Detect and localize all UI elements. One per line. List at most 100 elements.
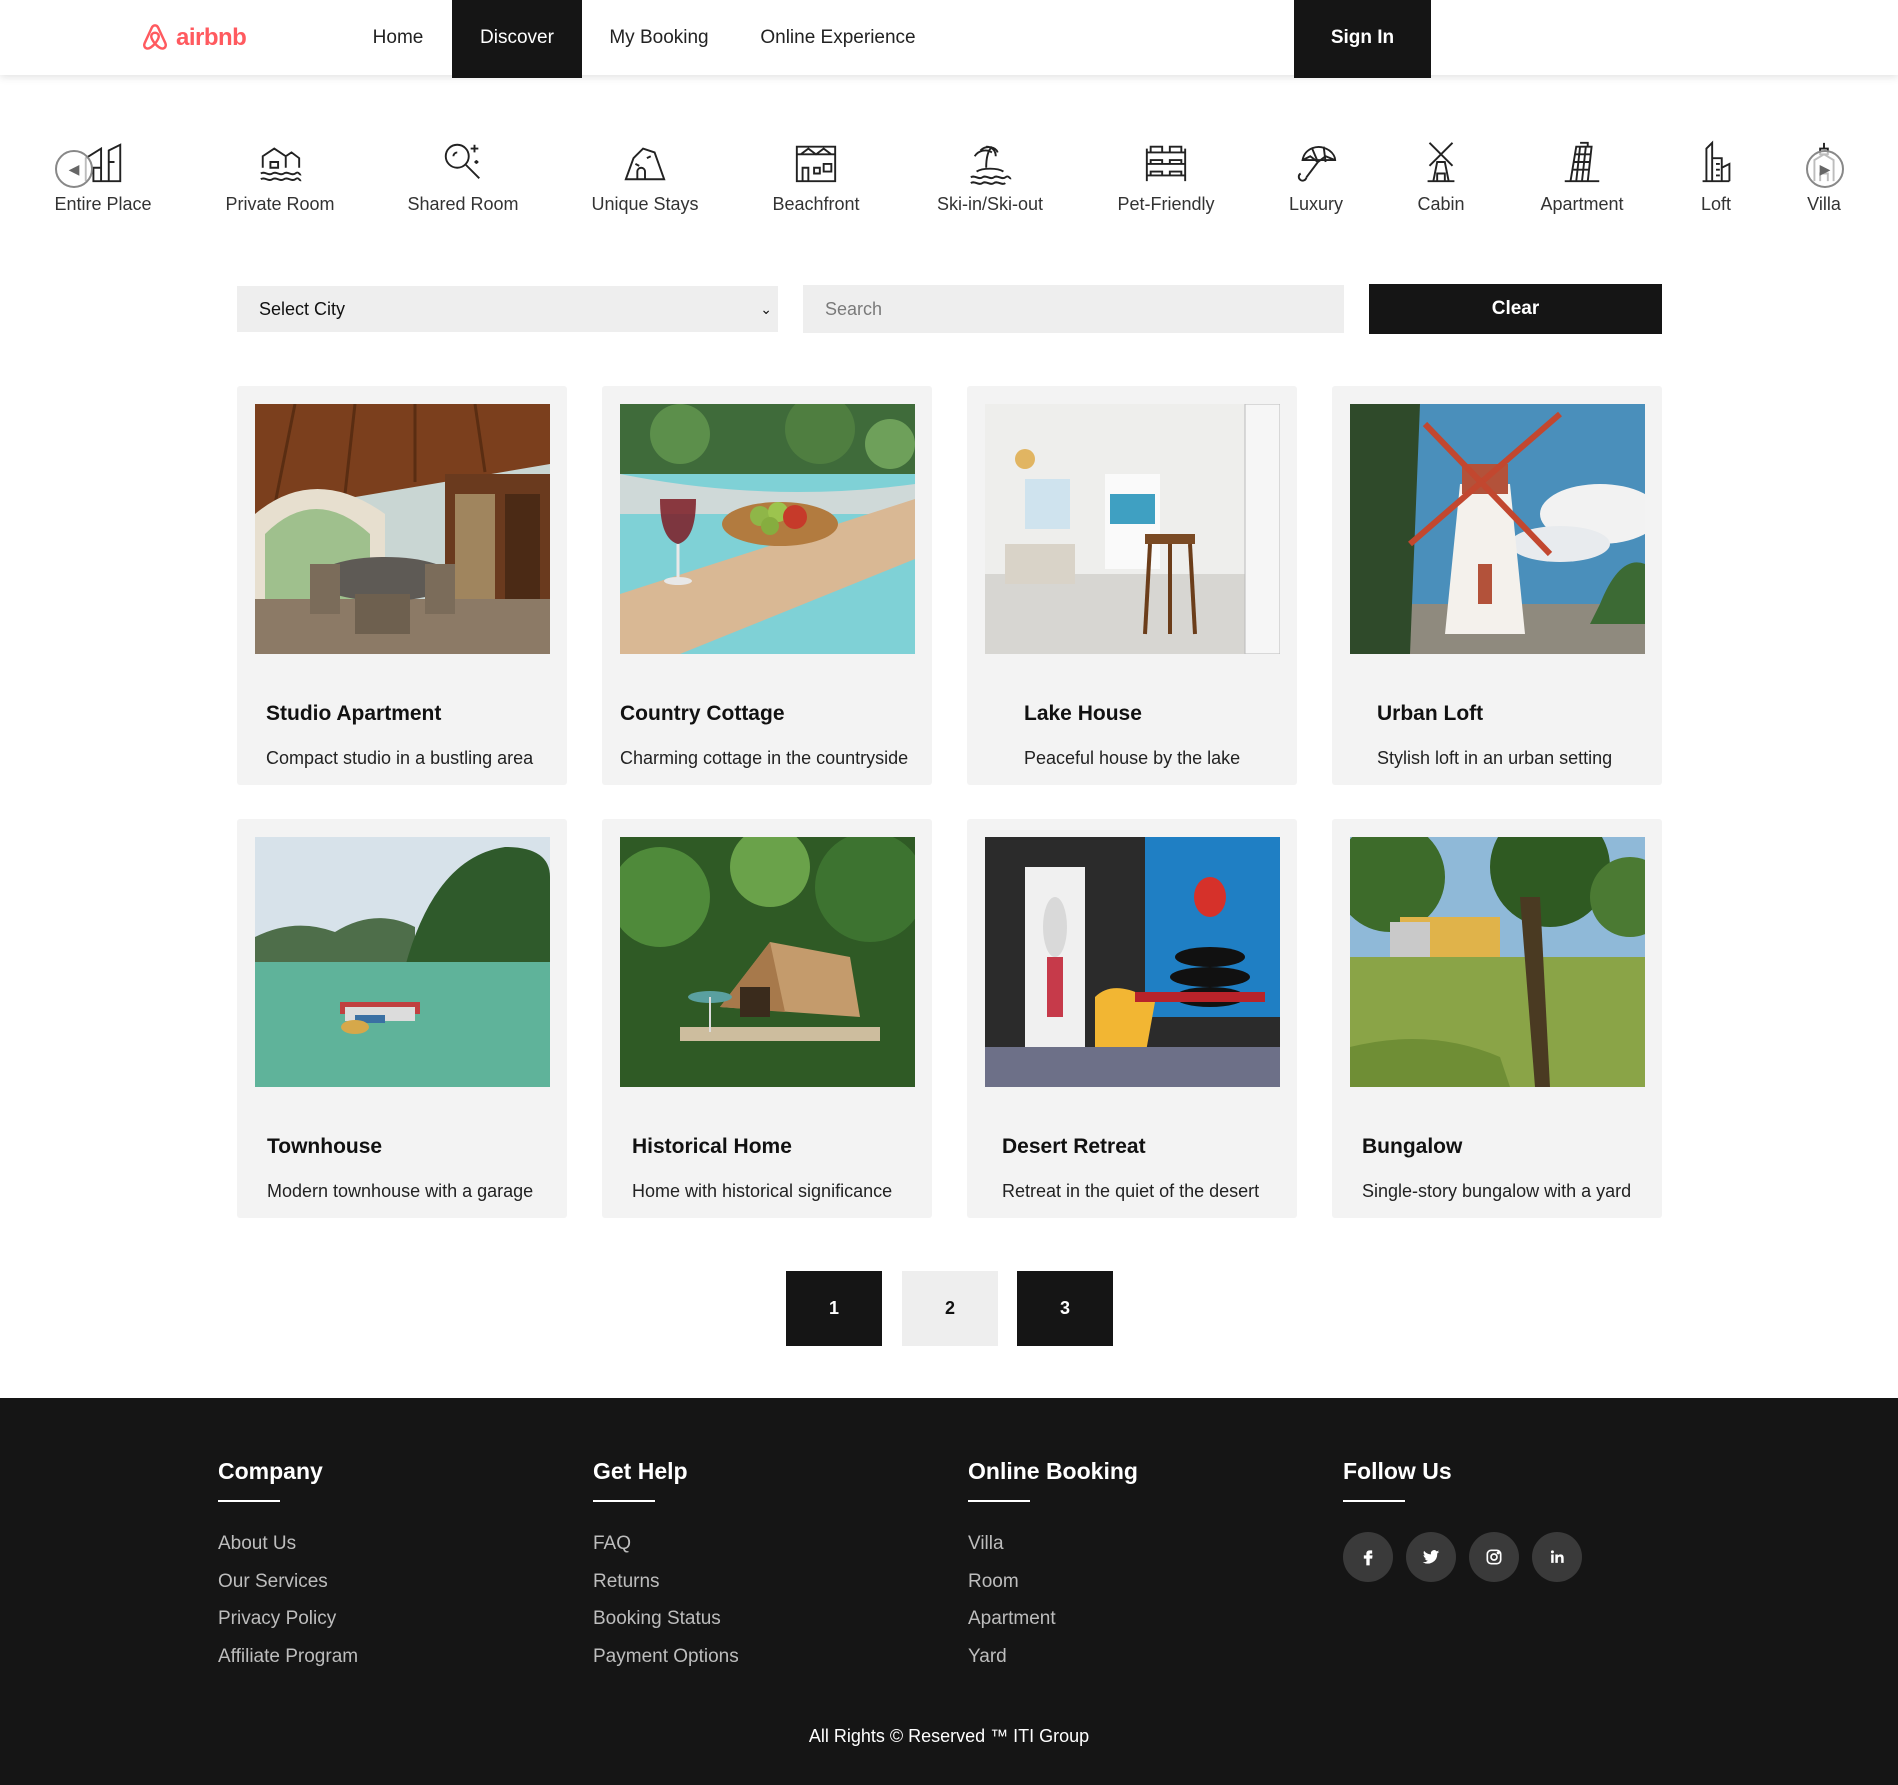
footer-get-help-column: Get Help FAQ Returns Booking Status Paym…: [593, 1458, 739, 1683]
category-label: Villa: [1807, 194, 1841, 214]
windmill-icon: [1427, 142, 1455, 183]
category-shared-room[interactable]: Shared Room: [402, 138, 524, 230]
listing-card[interactable]: Historical Home Home with historical sig…: [602, 819, 932, 1218]
linkedin-icon: [1550, 1550, 1564, 1563]
page-3-button[interactable]: 3: [1017, 1271, 1113, 1346]
listing-title: Historical Home: [632, 1135, 792, 1158]
listing-photo: [620, 837, 915, 1087]
category-label: Pet-Friendly: [1117, 194, 1215, 214]
listing-title: Desert Retreat: [1002, 1135, 1146, 1158]
listing-card[interactable]: Country Cottage Charming cottage in the …: [602, 386, 932, 785]
page-1-button[interactable]: 1: [786, 1271, 882, 1346]
superhero-room-photo: [985, 837, 1280, 1087]
category-label: Entire Place: [54, 194, 152, 214]
listing-description: Modern townhouse with a garage: [267, 1181, 534, 1201]
category-luxury[interactable]: Luxury: [1271, 138, 1361, 230]
category-label: Private Room: [225, 194, 335, 214]
footer-link-privacy-policy[interactable]: Privacy Policy: [218, 1607, 358, 1645]
nav-online-experience[interactable]: Online Experience: [752, 0, 924, 78]
page-2-button[interactable]: 2: [902, 1271, 998, 1346]
search-input[interactable]: [803, 285, 1344, 333]
listing-card[interactable]: Urban Loft Stylish loft in an urban sett…: [1332, 386, 1662, 785]
nav-discover[interactable]: Discover: [452, 0, 582, 78]
island-icon: [970, 145, 1012, 185]
facebook-icon: [1363, 1550, 1373, 1566]
category-label: Luxury: [1288, 194, 1344, 214]
footer-link-returns[interactable]: Returns: [593, 1570, 739, 1608]
linkedin-button[interactable]: [1532, 1532, 1582, 1582]
category-prev-button[interactable]: ◀: [55, 150, 93, 188]
waterfront-house-icon: [260, 147, 302, 182]
footer-link-yard[interactable]: Yard: [968, 1645, 1138, 1683]
footer-link-room[interactable]: Room: [968, 1570, 1138, 1608]
city-select-value: Select City: [259, 299, 346, 319]
listing-card[interactable]: Lake House Peaceful house by the lake: [967, 386, 1297, 785]
leaning-tower-icon: [1564, 141, 1600, 183]
instagram-button[interactable]: [1469, 1532, 1519, 1582]
windmill-photo: [1350, 404, 1645, 654]
category-loft[interactable]: Loft: [1676, 138, 1756, 230]
category-next-button[interactable]: ▶: [1806, 150, 1844, 188]
listing-card[interactable]: Bungalow Single-story bungalow with a ya…: [1332, 819, 1662, 1218]
magnifier-sparkle-icon: [444, 143, 480, 179]
title-underline: [218, 1500, 280, 1502]
bunk-bed-icon: [1145, 145, 1187, 182]
twitter-button[interactable]: [1406, 1532, 1456, 1582]
footer-link-our-services[interactable]: Our Services: [218, 1570, 358, 1608]
footer-link-affiliate-program[interactable]: Affiliate Program: [218, 1645, 358, 1683]
barn-icon: [795, 145, 837, 183]
ski-icon: [1702, 140, 1731, 183]
twitter-icon: [1422, 1550, 1440, 1564]
footer-column-title: Follow Us: [1343, 1458, 1452, 1484]
brand-name: airbnb: [176, 24, 247, 51]
nav-home[interactable]: Home: [352, 0, 444, 78]
listing-photo: [1350, 404, 1645, 654]
footer-column-title: Get Help: [593, 1458, 688, 1484]
listing-card[interactable]: Desert Retreat Retreat in the quiet of t…: [967, 819, 1297, 1218]
category-private-room[interactable]: Private Room: [220, 138, 340, 230]
chevron-left-icon: ◀: [68, 160, 80, 177]
clear-button[interactable]: Clear: [1369, 284, 1662, 334]
terrace-dining-photo: [255, 404, 550, 654]
category-pet-friendly[interactable]: Pet-Friendly: [1106, 138, 1226, 230]
umbrella-icon: [1297, 146, 1337, 182]
category-label: Shared Room: [407, 194, 519, 214]
listing-photo: [985, 837, 1280, 1087]
category-beachfront[interactable]: Beachfront: [755, 138, 877, 230]
listing-description: Peaceful house by the lake: [1024, 748, 1241, 768]
footer-link-villa[interactable]: Villa: [968, 1532, 1138, 1570]
footer-link-payment-options[interactable]: Payment Options: [593, 1645, 739, 1683]
category-ski-in-ski-out[interactable]: Ski-in/Ski-out: [928, 138, 1052, 230]
nav-my-booking[interactable]: My Booking: [598, 0, 720, 78]
category-cabin[interactable]: Cabin: [1396, 138, 1486, 230]
listing-card[interactable]: Studio Apartment Compact studio in a bus…: [237, 386, 567, 785]
footer-link-about-us[interactable]: About Us: [218, 1532, 358, 1570]
footer-online-booking-column: Online Booking Villa Room Apartment Yard: [968, 1458, 1138, 1683]
listing-description: Stylish loft in an urban setting: [1377, 748, 1613, 768]
category-label: Apartment: [1540, 194, 1624, 214]
title-underline: [1343, 1500, 1405, 1502]
category-apartment[interactable]: Apartment: [1522, 138, 1642, 230]
footer-column-title: Company: [218, 1458, 323, 1484]
footer-link-booking-status[interactable]: Booking Status: [593, 1607, 739, 1645]
chevron-right-icon: ▶: [1819, 160, 1831, 177]
sign-in-button[interactable]: Sign In: [1294, 0, 1431, 78]
footer-follow-us-column: Follow Us: [1343, 1458, 1582, 1582]
listing-card[interactable]: Townhouse Modern townhouse with a garage: [237, 819, 567, 1218]
garden-bungalow-photo: [1350, 837, 1645, 1087]
category-label: Beachfront: [772, 194, 860, 214]
chevron-down-icon: ⌄: [760, 301, 772, 317]
facebook-button[interactable]: [1343, 1532, 1393, 1582]
listing-title: Townhouse: [267, 1135, 383, 1158]
footer-link-faq[interactable]: FAQ: [593, 1532, 739, 1570]
listing-photo: [985, 404, 1280, 654]
footer-link-apartment[interactable]: Apartment: [968, 1607, 1138, 1645]
category-label: Loft: [1700, 194, 1732, 214]
category-unique-stays[interactable]: Unique Stays: [584, 138, 706, 230]
city-select[interactable]: Select City ⌄: [237, 286, 778, 332]
title-underline: [593, 1500, 655, 1502]
airbnb-logo[interactable]: airbnb: [140, 22, 247, 54]
listing-title: Bungalow: [1362, 1135, 1463, 1158]
listing-photo: [1350, 837, 1645, 1087]
listing-photo: [620, 404, 915, 654]
